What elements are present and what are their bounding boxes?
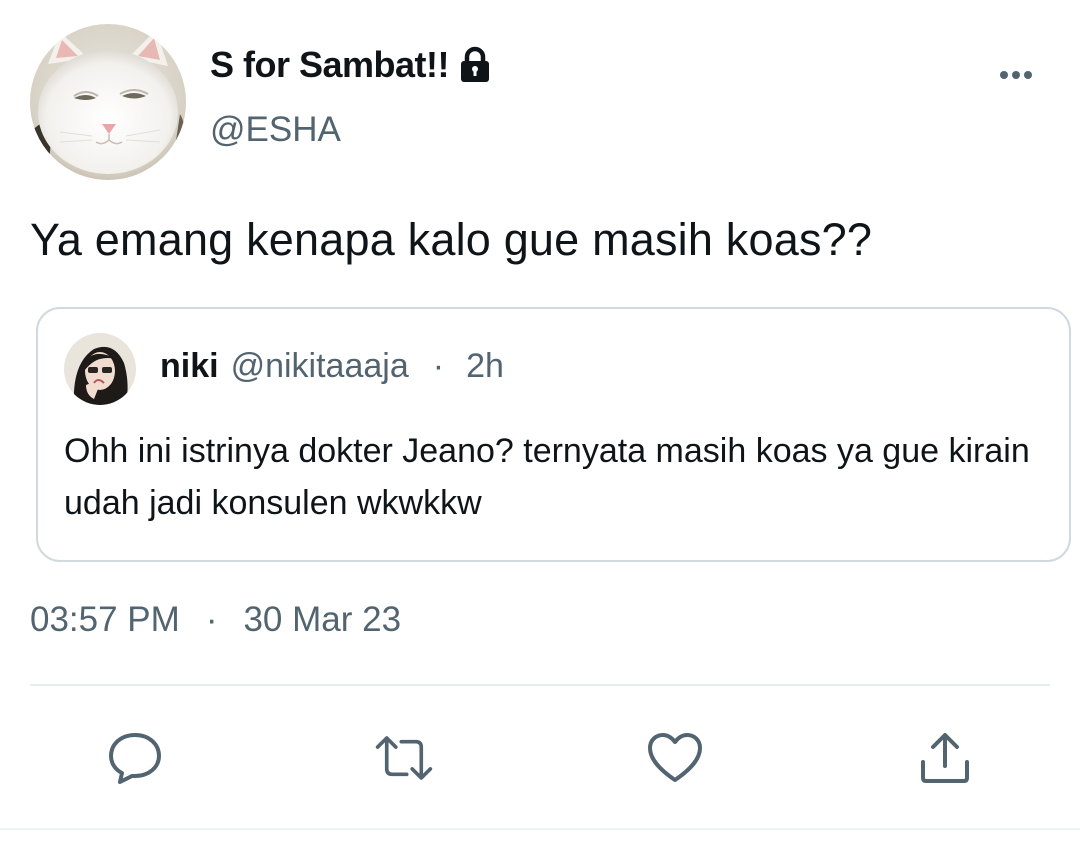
more-options-dot — [1012, 71, 1020, 79]
quoted-separator: · — [432, 347, 445, 385]
tweet-date[interactable]: 30 Mar 23 — [243, 600, 401, 640]
quoted-author-avatar[interactable] — [64, 333, 136, 405]
author-name-row: S for Sambat!! — [210, 40, 493, 90]
retweet-button[interactable] — [374, 728, 434, 788]
author-handle[interactable]: @ESHA — [210, 110, 341, 150]
quoted-tweet-card[interactable]: niki @nikitaaaja · 2h Ohh ini istrinya d… — [36, 307, 1071, 562]
timestamp-separator: · — [205, 600, 218, 639]
more-options-dot — [1024, 71, 1032, 79]
tweet-time[interactable]: 03:57 PM — [30, 600, 180, 640]
share-button[interactable] — [915, 728, 975, 788]
more-options-button[interactable] — [992, 58, 1040, 92]
quoted-author-name[interactable]: niki — [160, 347, 219, 386]
white-cat-avatar-icon — [30, 24, 186, 180]
profile-photo-avatar-icon — [64, 333, 136, 405]
heart-icon — [648, 733, 702, 782]
reply-button[interactable] — [105, 728, 165, 788]
quoted-tweet-header: niki @nikitaaaja · 2h — [160, 347, 504, 386]
quoted-tweet-age[interactable]: 2h — [466, 347, 504, 386]
quoted-tweet-text: Ohh ini istrinya dokter Jeano? ternyata … — [64, 432, 1030, 522]
bottom-divider — [0, 828, 1080, 830]
share-icon — [921, 733, 969, 783]
author-avatar[interactable] — [30, 24, 186, 180]
like-button[interactable] — [645, 728, 705, 788]
divider — [30, 684, 1050, 686]
tweet-timestamp: 03:57 PM · 30 Mar 23 — [30, 600, 401, 640]
reply-icon — [109, 733, 161, 784]
more-options-icon — [1000, 71, 1008, 79]
retweet-icon — [375, 736, 433, 780]
lock-icon — [457, 46, 493, 84]
author-display-name[interactable]: S for Sambat!! — [210, 44, 450, 86]
quoted-author-handle[interactable]: @nikitaaaja — [231, 347, 409, 386]
tweet-text: Ya emang kenapa kalo gue masih koas?? — [30, 214, 873, 265]
